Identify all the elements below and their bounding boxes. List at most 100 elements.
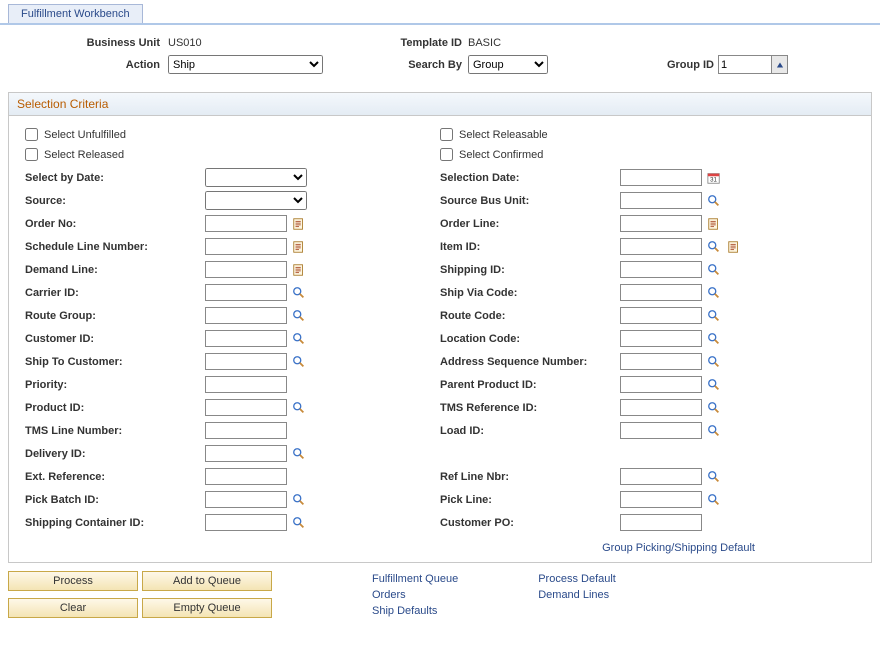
process-default-link[interactable]: Process Default (538, 573, 616, 585)
related-actions-icon[interactable] (291, 216, 307, 232)
ship-defaults-link[interactable]: Ship Defaults (372, 605, 437, 617)
customer-id-input[interactable] (205, 330, 287, 347)
select-by-date-select[interactable] (205, 168, 307, 187)
lookup-icon[interactable] (706, 400, 722, 416)
pick-line-label: Pick Line: (440, 494, 620, 506)
parent-product-id-input[interactable] (620, 376, 702, 393)
lookup-icon[interactable] (291, 354, 307, 370)
lookup-icon[interactable] (706, 331, 722, 347)
add-to-queue-button[interactable]: Add to Queue (142, 571, 272, 591)
order-no-input[interactable] (205, 215, 287, 232)
lookup-icon[interactable] (291, 492, 307, 508)
address-sequence-number-label: Address Sequence Number: (440, 356, 620, 368)
delivery-id-label: Delivery ID: (25, 448, 205, 460)
delivery-id-input[interactable] (205, 445, 287, 462)
order-no-label: Order No: (25, 218, 205, 230)
ext-reference-input[interactable] (205, 468, 287, 485)
select-unfulfilled-checkbox[interactable] (25, 128, 38, 141)
lookup-icon[interactable] (291, 331, 307, 347)
fulfillment-queue-link[interactable]: Fulfillment Queue (372, 573, 458, 585)
lookup-icon[interactable] (291, 400, 307, 416)
select-confirmed-label: Select Confirmed (459, 149, 543, 161)
carrier-id-input[interactable] (205, 284, 287, 301)
lookup-icon[interactable] (706, 262, 722, 278)
tms-line-number-input[interactable] (205, 422, 287, 439)
template-id-value: BASIC (468, 37, 501, 49)
shipping-id-input[interactable] (620, 261, 702, 278)
selection-date-input[interactable] (620, 169, 702, 186)
business-unit-value: US010 (168, 37, 338, 49)
ref-line-nbr-label: Ref Line Nbr: (440, 471, 620, 483)
orders-link[interactable]: Orders (372, 589, 406, 601)
demand-line-label: Demand Line: (25, 264, 205, 276)
tms-reference-id-label: TMS Reference ID: (440, 402, 620, 414)
related-actions-icon[interactable] (291, 239, 307, 255)
item-id-input[interactable] (620, 238, 702, 255)
route-group-input[interactable] (205, 307, 287, 324)
schedule-line-number-input[interactable] (205, 238, 287, 255)
business-unit-label: Business Unit (8, 37, 168, 49)
lookup-icon[interactable] (706, 354, 722, 370)
source-bus-unit-label: Source Bus Unit: (440, 195, 620, 207)
related-actions-icon[interactable] (706, 216, 722, 232)
clear-button[interactable]: Clear (8, 598, 138, 618)
pick-batch-id-input[interactable] (205, 491, 287, 508)
lookup-icon[interactable] (706, 377, 722, 393)
lookup-icon[interactable] (706, 285, 722, 301)
route-group-label: Route Group: (25, 310, 205, 322)
lookup-icon[interactable] (291, 308, 307, 324)
lookup-icon[interactable] (291, 446, 307, 462)
calendar-icon[interactable] (706, 170, 722, 186)
lookup-icon[interactable] (706, 193, 722, 209)
tms-reference-id-input[interactable] (620, 399, 702, 416)
lookup-icon[interactable] (706, 308, 722, 324)
carrier-id-label: Carrier ID: (25, 287, 205, 299)
demand-lines-link[interactable]: Demand Lines (538, 589, 609, 601)
select-releasable-checkbox[interactable] (440, 128, 453, 141)
order-line-label: Order Line: (440, 218, 620, 230)
pick-batch-id-label: Pick Batch ID: (25, 494, 205, 506)
empty-queue-button[interactable]: Empty Queue (142, 598, 272, 618)
process-button[interactable]: Process (8, 571, 138, 591)
selection-date-label: Selection Date: (440, 172, 620, 184)
source-select[interactable] (205, 191, 307, 210)
customer-po-label: Customer PO: (440, 517, 620, 529)
pick-line-input[interactable] (620, 491, 702, 508)
group-id-input[interactable] (719, 58, 771, 72)
ship-via-code-input[interactable] (620, 284, 702, 301)
priority-input[interactable] (205, 376, 287, 393)
related-actions-icon[interactable] (726, 239, 742, 255)
search-by-label: Search By (338, 59, 468, 71)
select-releasable-label: Select Releasable (459, 129, 548, 141)
search-by-select[interactable]: Group (468, 55, 548, 74)
select-confirmed-checkbox[interactable] (440, 148, 453, 161)
action-select[interactable]: Ship (168, 55, 323, 74)
shipping-container-id-input[interactable] (205, 514, 287, 531)
parent-product-id-label: Parent Product ID: (440, 379, 620, 391)
ref-line-nbr-input[interactable] (620, 468, 702, 485)
tms-line-number-label: TMS Line Number: (25, 425, 205, 437)
select-unfulfilled-label: Select Unfulfilled (44, 129, 126, 141)
lookup-icon[interactable] (706, 423, 722, 439)
load-id-input[interactable] (620, 422, 702, 439)
ship-to-customer-input[interactable] (205, 353, 287, 370)
order-line-input[interactable] (620, 215, 702, 232)
product-id-input[interactable] (205, 399, 287, 416)
related-actions-icon[interactable] (291, 262, 307, 278)
lookup-icon[interactable] (291, 285, 307, 301)
lookup-icon[interactable] (706, 492, 722, 508)
address-sequence-number-input[interactable] (620, 353, 702, 370)
lookup-icon[interactable] (706, 469, 722, 485)
demand-line-input[interactable] (205, 261, 287, 278)
location-code-input[interactable] (620, 330, 702, 347)
customer-po-input[interactable] (620, 514, 702, 531)
select-by-date-label: Select by Date: (25, 172, 205, 184)
select-released-checkbox[interactable] (25, 148, 38, 161)
source-bus-unit-input[interactable] (620, 192, 702, 209)
group-id-up-button[interactable] (771, 56, 787, 73)
route-code-input[interactable] (620, 307, 702, 324)
lookup-icon[interactable] (706, 239, 722, 255)
tab-fulfillment-workbench[interactable]: Fulfillment Workbench (8, 4, 143, 23)
group-picking-shipping-default-link[interactable]: Group Picking/Shipping Default (602, 542, 755, 554)
lookup-icon[interactable] (291, 515, 307, 531)
